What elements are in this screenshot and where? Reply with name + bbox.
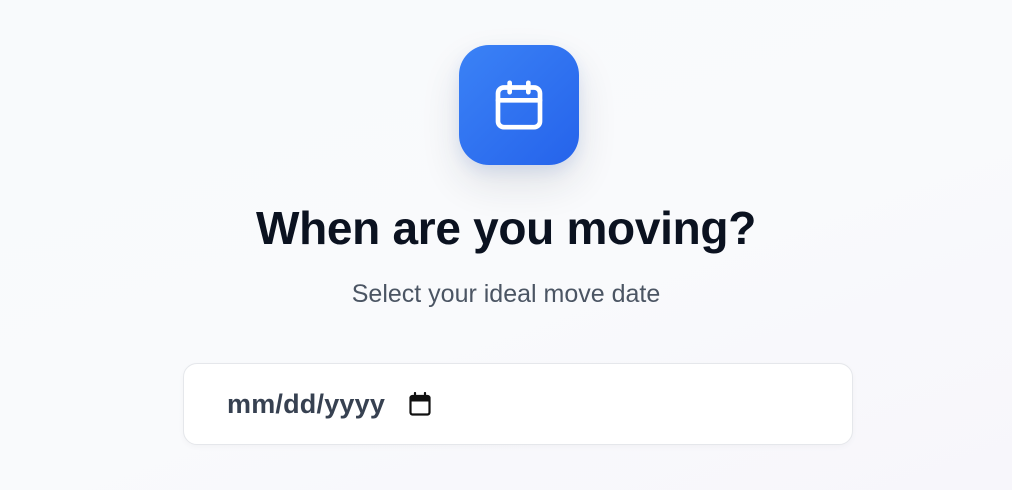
calendar-picker-icon[interactable] [409,392,431,416]
calendar-icon [495,80,543,130]
move-date-step: When are you moving? Select your ideal m… [0,0,1012,490]
page-subtitle: Select your ideal move date [351,280,661,308]
page-title: When are you moving? [255,202,757,254]
move-date-input[interactable]: mm/dd/yyyy [183,363,853,445]
date-input-placeholder[interactable]: mm/dd/yyyy [227,388,385,420]
calendar-badge [459,45,579,165]
